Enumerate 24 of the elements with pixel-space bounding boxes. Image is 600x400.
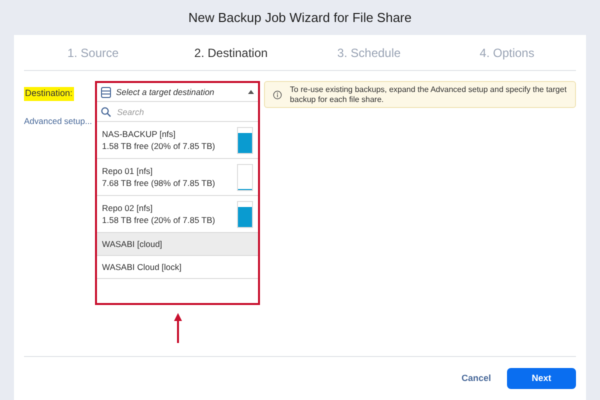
destination-option[interactable]: WASABI [cloud]	[97, 233, 258, 256]
search-field[interactable]: Search	[117, 102, 254, 121]
option-name: Repo 01 [nfs]	[102, 165, 154, 177]
destination-dropdown[interactable]: Select a target destination	[97, 83, 258, 102]
arrow-up-icon	[174, 313, 182, 343]
storage-icon	[101, 86, 111, 98]
option-detail: 7.68 TB free (98% of 7.85 TB)	[102, 177, 216, 189]
option-detail: 1.58 TB free (20% of 7.85 TB)	[102, 140, 216, 152]
caret-up-icon	[248, 90, 254, 94]
advanced-setup-link[interactable]: Advanced setup...	[24, 114, 92, 128]
storage-meter	[237, 164, 253, 190]
option-name: Repo 02 [nfs]	[102, 202, 154, 214]
field-label: Destination:	[24, 87, 74, 100]
next-button[interactable]: Next	[507, 368, 576, 389]
window-title: New Backup Job Wizard for File Share	[188, 8, 412, 27]
cancel-button[interactable]: Cancel	[461, 372, 491, 386]
info-icon	[273, 88, 282, 100]
option-detail: 1.58 TB free (20% of 7.85 TB)	[102, 214, 216, 226]
info-text: To re-use existing backups, expand the Advanced setup and specify the target backup for each file share.	[290, 84, 567, 104]
storage-meter	[237, 126, 253, 154]
search-icon	[101, 106, 111, 116]
option-name: NAS-BACKUP [nfs]	[102, 128, 177, 140]
storage-meter	[237, 200, 253, 228]
wizard-step-tab[interactable]: 2. Destination	[194, 44, 268, 62]
